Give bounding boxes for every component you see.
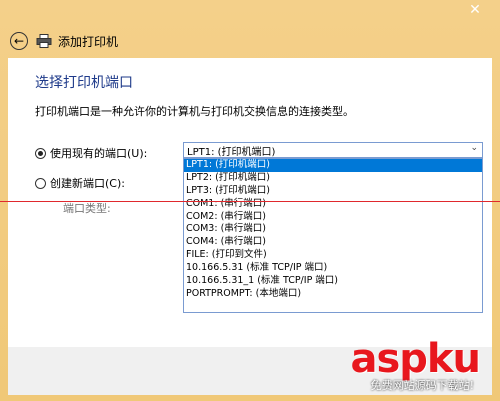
create-new-radio[interactable] (35, 177, 46, 189)
port-dropdown-list: LPT1: (打印机端口) LPT2: (打印机端口) LPT3: (打印机端口) C… (183, 158, 483, 313)
port-option[interactable]: LPT2: (打印机端口) (184, 172, 482, 185)
port-option[interactable]: PORTPROMPT: (本地端口) (184, 288, 482, 301)
watermark-logo: aspku (350, 336, 481, 382)
port-option[interactable]: COM4: (串行端口) (184, 236, 482, 249)
use-existing-port-option[interactable]: 使用现有的端口(U): (35, 145, 147, 161)
red-guide-line (0, 201, 500, 202)
port-option[interactable]: LPT1: (打印机端口) (184, 159, 482, 172)
selected-port-value: LPT1: (打印机端口) (187, 146, 276, 158)
port-option[interactable]: 10.166.5.31 (标准 TCP/IP 端口) (184, 262, 482, 275)
section-heading: 选择打印机端口 (35, 75, 133, 91)
port-option[interactable]: COM1: (串行端口) (184, 198, 482, 211)
port-option[interactable]: COM2: (串行端口) (184, 211, 482, 224)
port-option[interactable]: LPT3: (打印机端口) (184, 185, 482, 198)
existing-port-select[interactable]: LPT1: (打印机端口) ⌄ (183, 142, 483, 158)
port-option[interactable]: 10.166.5.31_1 (标准 TCP/IP 端口) (184, 275, 482, 288)
header: ← 添加打印机 (8, 28, 492, 54)
port-option[interactable]: COM3: (串行端口) (184, 223, 482, 236)
back-button[interactable]: ← (10, 32, 28, 50)
chevron-down-icon: ⌄ (470, 143, 478, 153)
window-frame: ✕ ← 添加打印机 选择打印机端口 打印机端口是一种允许你的计算机与打印机交换信… (0, 0, 500, 401)
watermark-tagline: 免费网站源码下载站! (370, 379, 474, 392)
watermark: aspku 免费网站源码下载站! (350, 336, 481, 392)
description-text: 打印机端口是一种允许你的计算机与打印机交换信息的连接类型。 (35, 105, 354, 118)
back-arrow-icon: ← (13, 34, 25, 48)
close-icon: ✕ (469, 2, 481, 18)
use-existing-label: 使用现有的端口(U): (50, 147, 148, 160)
create-new-port-option[interactable]: 创建新端口(C): (35, 175, 125, 191)
port-type-label: 端口类型: (63, 202, 111, 215)
port-option[interactable]: FILE: (打印到文件) (184, 249, 482, 262)
printer-icon (36, 34, 52, 48)
use-existing-radio[interactable] (35, 147, 46, 159)
create-new-label: 创建新端口(C): (50, 177, 125, 190)
page-title: 添加打印机 (58, 34, 119, 49)
close-button[interactable]: ✕ (458, 0, 492, 20)
